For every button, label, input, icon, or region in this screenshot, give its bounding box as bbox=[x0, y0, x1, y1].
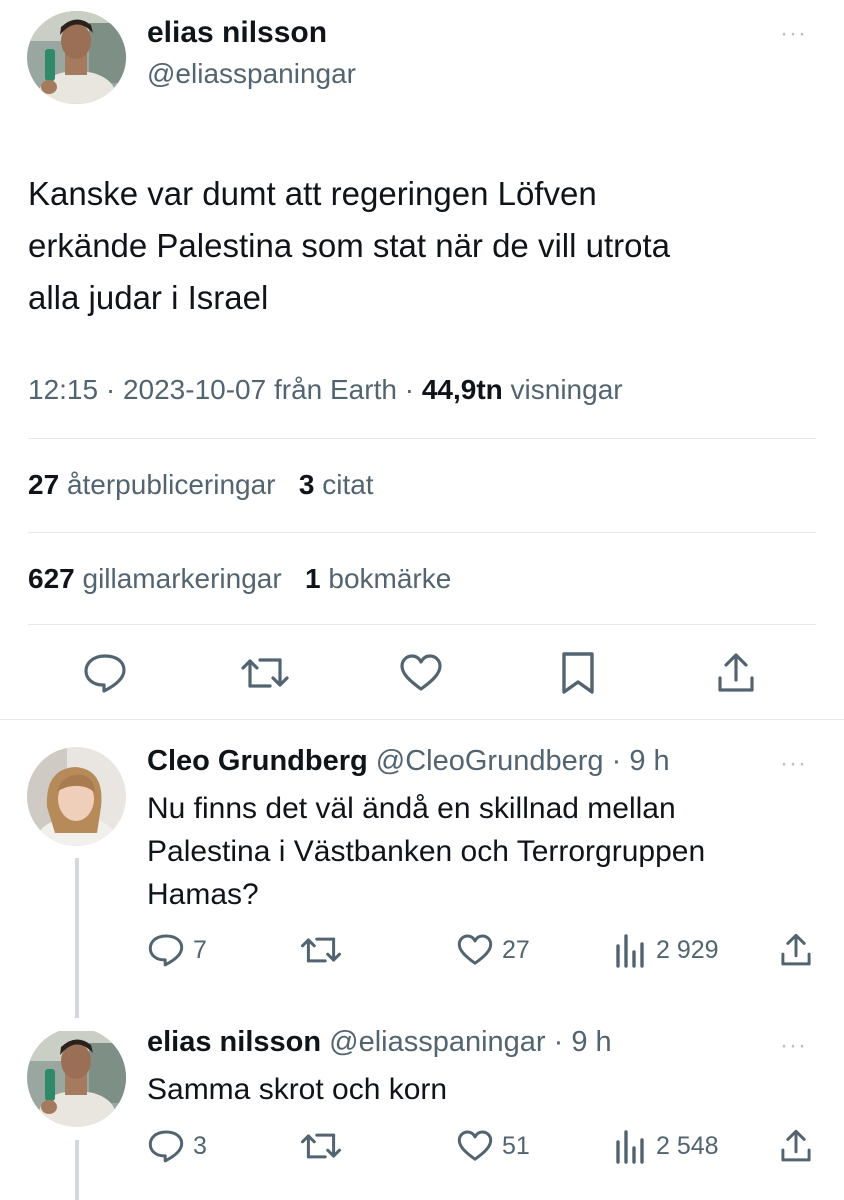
reply-views-button[interactable]: 2 548 bbox=[612, 1128, 719, 1164]
reply-retweet-button[interactable] bbox=[300, 932, 342, 968]
separator: · bbox=[545, 1026, 572, 1058]
reply-avatar-image bbox=[27, 747, 126, 846]
likes-count: 627 bbox=[28, 563, 75, 594]
reply-button[interactable] bbox=[82, 652, 128, 699]
quotes-label: citat bbox=[322, 469, 374, 500]
share-button[interactable] bbox=[714, 650, 758, 701]
views-icon bbox=[616, 1130, 644, 1164]
thread-line bbox=[75, 1140, 79, 1200]
likes-label: gillamarkeringar bbox=[82, 563, 282, 594]
reply-text: Nu finns det väl ändå en skillnad mellan… bbox=[147, 787, 705, 916]
reply-retweet-button[interactable] bbox=[300, 1128, 342, 1164]
retweets-count: 27 bbox=[28, 469, 60, 500]
author-avatar-image bbox=[27, 11, 126, 104]
tweet-text-line: alla judar i Israel bbox=[28, 279, 269, 316]
retweets-label: återpubliceringar bbox=[66, 469, 276, 500]
reply-text: Samma skrot och korn bbox=[147, 1068, 447, 1111]
stats-row-reposts: 27 återpubliceringar 3 citat bbox=[28, 469, 374, 501]
tweet-date[interactable]: 2023-10-07 bbox=[123, 374, 266, 405]
tweet-source: från Earth bbox=[266, 374, 397, 405]
tweet-text-line: erkände Palestina som stat när de vill u… bbox=[28, 227, 671, 264]
reply-age[interactable]: 9 h bbox=[571, 1026, 611, 1058]
retweets-stat[interactable]: 27 återpubliceringar bbox=[28, 469, 276, 500]
share-icon bbox=[781, 933, 811, 966]
reply-header: elias nilsson @eliasspaningar · 9 h bbox=[147, 1026, 612, 1059]
more-icon[interactable]: ··· bbox=[780, 1034, 807, 1058]
more-icon[interactable]: ··· bbox=[780, 22, 807, 46]
bookmark-button[interactable] bbox=[558, 650, 598, 701]
reply-avatar[interactable] bbox=[27, 747, 126, 846]
view-count: 2 929 bbox=[656, 935, 719, 964]
separator: · bbox=[98, 374, 123, 405]
reply-share-button[interactable] bbox=[778, 1126, 814, 1166]
divider bbox=[28, 438, 816, 439]
reply-icon bbox=[148, 934, 184, 967]
share-icon bbox=[718, 653, 754, 692]
tweet-time[interactable]: 12:15 bbox=[28, 374, 98, 405]
thread-line bbox=[75, 858, 79, 1018]
separator: · bbox=[603, 745, 630, 777]
author-name[interactable]: elias nilsson bbox=[147, 16, 327, 50]
reply-views-button[interactable]: 2 929 bbox=[612, 932, 719, 968]
reply-like-button[interactable]: 27 bbox=[456, 932, 530, 968]
likes-stat[interactable]: 627 gillamarkeringar bbox=[28, 563, 282, 594]
views-count: 44,9tn bbox=[421, 374, 503, 405]
like-button[interactable] bbox=[398, 652, 444, 699]
like-count: 51 bbox=[502, 1131, 530, 1160]
reply-text-line: Samma skrot och korn bbox=[147, 1073, 448, 1106]
reply-share-button[interactable] bbox=[778, 930, 814, 970]
tweet-text-line: Kanske var dumt att regeringen Löfven bbox=[28, 175, 597, 212]
share-icon bbox=[781, 1129, 811, 1162]
bookmarks-stat[interactable]: 1 bokmärke bbox=[305, 563, 451, 594]
reply-text-line: Palestina i Västbanken och Terrorgruppen bbox=[147, 835, 706, 868]
author-handle[interactable]: @eliasspaningar bbox=[147, 58, 356, 90]
reply-text-line: Nu finns det väl ändå en skillnad mellan bbox=[147, 792, 676, 825]
author-avatar[interactable] bbox=[27, 11, 126, 104]
reply-author-name[interactable]: Cleo Grundberg bbox=[147, 745, 368, 777]
like-count: 27 bbox=[502, 935, 530, 964]
reply-count: 3 bbox=[193, 1131, 207, 1160]
bookmark-icon bbox=[562, 652, 594, 694]
more-icon[interactable]: ··· bbox=[780, 752, 807, 776]
like-icon bbox=[400, 654, 442, 691]
reply-count: 7 bbox=[193, 935, 207, 964]
stats-row-likes: 627 gillamarkeringar 1 bokmärke bbox=[28, 563, 451, 595]
divider bbox=[28, 624, 816, 625]
divider bbox=[28, 532, 816, 533]
reply-like-button[interactable]: 51 bbox=[456, 1128, 530, 1164]
reply-icon bbox=[148, 1130, 184, 1163]
view-count: 2 548 bbox=[656, 1131, 719, 1160]
reply-icon bbox=[84, 654, 126, 693]
reply-reply-button[interactable]: 7 bbox=[147, 932, 207, 968]
quotes-count: 3 bbox=[298, 469, 315, 500]
reply-author-name[interactable]: elias nilsson bbox=[147, 1026, 321, 1058]
like-icon bbox=[457, 1130, 493, 1161]
reply-text-line: Hamas? bbox=[147, 878, 259, 911]
reply-author-handle[interactable]: @CleoGrundberg bbox=[376, 745, 604, 777]
bookmarks-label: bokmärke bbox=[328, 563, 452, 594]
views-icon bbox=[616, 934, 644, 968]
retweet-icon bbox=[301, 937, 341, 963]
bookmarks-count: 1 bbox=[305, 563, 321, 594]
divider bbox=[0, 719, 844, 720]
tweet-meta: 12:15 · 2023-10-07 från Earth · 44,9tn v… bbox=[28, 374, 623, 406]
reply-avatar-image bbox=[27, 1031, 126, 1127]
retweet-icon bbox=[301, 1133, 341, 1159]
like-icon bbox=[457, 934, 493, 965]
retweet-icon bbox=[241, 658, 289, 688]
separator: · bbox=[396, 374, 422, 405]
quotes-stat[interactable]: 3 citat bbox=[299, 469, 374, 500]
reply-avatar[interactable] bbox=[27, 1028, 126, 1127]
reply-author-handle[interactable]: @eliasspaningar bbox=[329, 1026, 545, 1058]
tweet-text: Kanske var dumt att regeringen Löfven er… bbox=[28, 168, 670, 324]
reply-header: Cleo Grundberg @CleoGrundberg · 9 h bbox=[147, 745, 670, 778]
retweet-button[interactable] bbox=[240, 652, 290, 699]
reply-reply-button[interactable]: 3 bbox=[147, 1128, 207, 1164]
reply-age[interactable]: 9 h bbox=[629, 745, 669, 777]
views-label: visningar bbox=[502, 374, 623, 405]
